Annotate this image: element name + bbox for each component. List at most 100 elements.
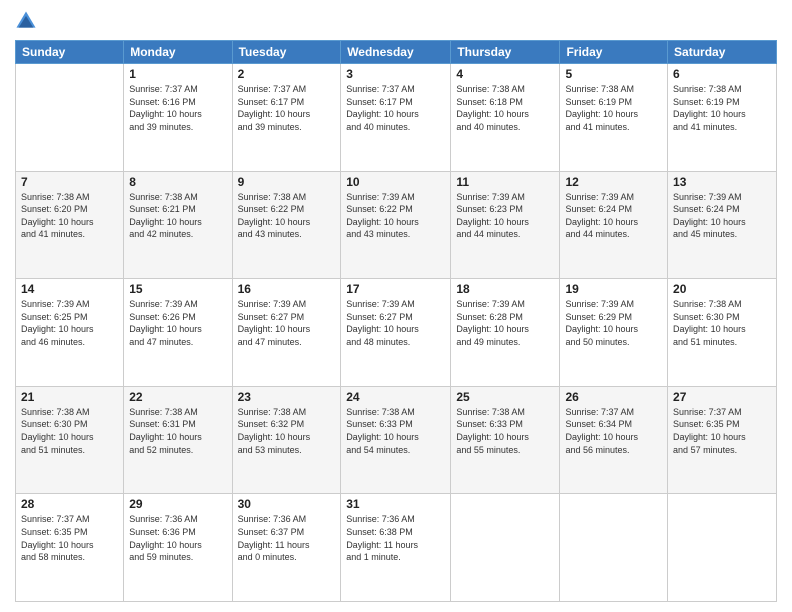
calendar-cell: 29 Sunrise: 7:36 AM Sunset: 6:36 PM Dayli… <box>124 494 232 602</box>
day-info: Sunrise: 7:39 AM Sunset: 6:26 PM Dayligh… <box>129 298 226 348</box>
col-monday: Monday <box>124 41 232 64</box>
day-info: Sunrise: 7:38 AM Sunset: 6:21 PM Dayligh… <box>129 191 226 241</box>
day-info: Sunrise: 7:38 AM Sunset: 6:18 PM Dayligh… <box>456 83 554 133</box>
day-number: 9 <box>238 175 336 189</box>
day-number: 31 <box>346 497 445 511</box>
day-info: Sunrise: 7:39 AM Sunset: 6:23 PM Dayligh… <box>456 191 554 241</box>
header-row: Sunday Monday Tuesday Wednesday Thursday… <box>16 41 777 64</box>
day-info: Sunrise: 7:38 AM Sunset: 6:30 PM Dayligh… <box>21 406 118 456</box>
calendar-cell: 15 Sunrise: 7:39 AM Sunset: 6:26 PM Dayli… <box>124 279 232 387</box>
calendar-cell: 16 Sunrise: 7:39 AM Sunset: 6:27 PM Dayli… <box>232 279 341 387</box>
day-info: Sunrise: 7:37 AM Sunset: 6:35 PM Dayligh… <box>673 406 771 456</box>
calendar-cell <box>560 494 668 602</box>
day-number: 6 <box>673 67 771 81</box>
day-number: 2 <box>238 67 336 81</box>
day-number: 12 <box>565 175 662 189</box>
calendar-cell: 4 Sunrise: 7:38 AM Sunset: 6:18 PM Daylig… <box>451 64 560 172</box>
calendar-page: Sunday Monday Tuesday Wednesday Thursday… <box>0 0 792 612</box>
calendar-cell: 9 Sunrise: 7:38 AM Sunset: 6:22 PM Daylig… <box>232 171 341 279</box>
calendar-cell: 7 Sunrise: 7:38 AM Sunset: 6:20 PM Daylig… <box>16 171 124 279</box>
calendar-cell <box>668 494 777 602</box>
day-info: Sunrise: 7:36 AM Sunset: 6:36 PM Dayligh… <box>129 513 226 563</box>
day-info: Sunrise: 7:38 AM Sunset: 6:22 PM Dayligh… <box>238 191 336 241</box>
calendar-week-row: 21 Sunrise: 7:38 AM Sunset: 6:30 PM Dayli… <box>16 386 777 494</box>
day-number: 19 <box>565 282 662 296</box>
day-info: Sunrise: 7:39 AM Sunset: 6:24 PM Dayligh… <box>673 191 771 241</box>
col-tuesday: Tuesday <box>232 41 341 64</box>
calendar-cell: 8Sunrise: 7:38 AM Sunset: 6:21 PM Daylig… <box>124 171 232 279</box>
col-sunday: Sunday <box>16 41 124 64</box>
day-number: 24 <box>346 390 445 404</box>
calendar-cell: 5 Sunrise: 7:38 AM Sunset: 6:19 PM Daylig… <box>560 64 668 172</box>
day-number: 18 <box>456 282 554 296</box>
calendar-cell: 13 Sunrise: 7:39 AM Sunset: 6:24 PM Dayli… <box>668 171 777 279</box>
calendar-cell: 20 Sunrise: 7:38 AM Sunset: 6:30 PM Dayli… <box>668 279 777 387</box>
calendar-week-row: 14Sunrise: 7:39 AM Sunset: 6:25 PM Dayli… <box>16 279 777 387</box>
day-info: Sunrise: 7:39 AM Sunset: 6:24 PM Dayligh… <box>565 191 662 241</box>
calendar-cell <box>16 64 124 172</box>
day-info: Sunrise: 7:38 AM Sunset: 6:30 PM Dayligh… <box>673 298 771 348</box>
calendar-cell: 24 Sunrise: 7:38 AM Sunset: 6:33 PM Dayli… <box>341 386 451 494</box>
day-number: 3 <box>346 67 445 81</box>
day-info: Sunrise: 7:36 AM Sunset: 6:37 PM Dayligh… <box>238 513 336 563</box>
day-number: 26 <box>565 390 662 404</box>
col-thursday: Thursday <box>451 41 560 64</box>
day-number: 25 <box>456 390 554 404</box>
header <box>15 10 777 32</box>
day-number: 29 <box>129 497 226 511</box>
day-number: 5 <box>565 67 662 81</box>
calendar-cell: 27 Sunrise: 7:37 AM Sunset: 6:35 PM Dayli… <box>668 386 777 494</box>
calendar-cell: 21 Sunrise: 7:38 AM Sunset: 6:30 PM Dayli… <box>16 386 124 494</box>
day-info: Sunrise: 7:37 AM Sunset: 6:35 PM Dayligh… <box>21 513 118 563</box>
day-number: 7 <box>21 175 118 189</box>
day-info: Sunrise: 7:38 AM Sunset: 6:19 PM Dayligh… <box>673 83 771 133</box>
day-info: Sunrise: 7:37 AM Sunset: 6:34 PM Dayligh… <box>565 406 662 456</box>
calendar-cell: 28Sunrise: 7:37 AM Sunset: 6:35 PM Dayli… <box>16 494 124 602</box>
calendar-week-row: 1 Sunrise: 7:37 AM Sunset: 6:16 PM Daylig… <box>16 64 777 172</box>
logo <box>15 10 41 32</box>
day-number: 10 <box>346 175 445 189</box>
calendar-cell: 10 Sunrise: 7:39 AM Sunset: 6:22 PM Dayli… <box>341 171 451 279</box>
day-number: 23 <box>238 390 336 404</box>
calendar-cell: 22Sunrise: 7:38 AM Sunset: 6:31 PM Dayli… <box>124 386 232 494</box>
day-number: 21 <box>21 390 118 404</box>
calendar-cell: 6 Sunrise: 7:38 AM Sunset: 6:19 PM Daylig… <box>668 64 777 172</box>
day-number: 20 <box>673 282 771 296</box>
day-info: Sunrise: 7:37 AM Sunset: 6:17 PM Dayligh… <box>238 83 336 133</box>
day-info: Sunrise: 7:39 AM Sunset: 6:27 PM Dayligh… <box>346 298 445 348</box>
calendar-cell: 2 Sunrise: 7:37 AM Sunset: 6:17 PM Daylig… <box>232 64 341 172</box>
day-number: 13 <box>673 175 771 189</box>
calendar-cell: 3 Sunrise: 7:37 AM Sunset: 6:17 PM Daylig… <box>341 64 451 172</box>
calendar-cell <box>451 494 560 602</box>
day-number: 22 <box>129 390 226 404</box>
day-info: Sunrise: 7:38 AM Sunset: 6:33 PM Dayligh… <box>456 406 554 456</box>
day-info: Sunrise: 7:38 AM Sunset: 6:32 PM Dayligh… <box>238 406 336 456</box>
day-info: Sunrise: 7:38 AM Sunset: 6:33 PM Dayligh… <box>346 406 445 456</box>
day-info: Sunrise: 7:38 AM Sunset: 6:20 PM Dayligh… <box>21 191 118 241</box>
day-info: Sunrise: 7:37 AM Sunset: 6:16 PM Dayligh… <box>129 83 226 133</box>
day-number: 17 <box>346 282 445 296</box>
calendar-week-row: 28Sunrise: 7:37 AM Sunset: 6:35 PM Dayli… <box>16 494 777 602</box>
day-number: 16 <box>238 282 336 296</box>
calendar-cell: 14Sunrise: 7:39 AM Sunset: 6:25 PM Dayli… <box>16 279 124 387</box>
calendar-cell: 23 Sunrise: 7:38 AM Sunset: 6:32 PM Dayli… <box>232 386 341 494</box>
logo-icon <box>15 10 37 32</box>
day-number: 1 <box>129 67 226 81</box>
day-number: 4 <box>456 67 554 81</box>
calendar-table: Sunday Monday Tuesday Wednesday Thursday… <box>15 40 777 602</box>
day-info: Sunrise: 7:39 AM Sunset: 6:25 PM Dayligh… <box>21 298 118 348</box>
day-number: 27 <box>673 390 771 404</box>
day-number: 30 <box>238 497 336 511</box>
calendar-cell: 25 Sunrise: 7:38 AM Sunset: 6:33 PM Dayli… <box>451 386 560 494</box>
calendar-week-row: 7 Sunrise: 7:38 AM Sunset: 6:20 PM Daylig… <box>16 171 777 279</box>
day-info: Sunrise: 7:38 AM Sunset: 6:19 PM Dayligh… <box>565 83 662 133</box>
col-friday: Friday <box>560 41 668 64</box>
col-saturday: Saturday <box>668 41 777 64</box>
calendar-cell: 17 Sunrise: 7:39 AM Sunset: 6:27 PM Dayli… <box>341 279 451 387</box>
day-info: Sunrise: 7:37 AM Sunset: 6:17 PM Dayligh… <box>346 83 445 133</box>
day-number: 15 <box>129 282 226 296</box>
day-info: Sunrise: 7:39 AM Sunset: 6:27 PM Dayligh… <box>238 298 336 348</box>
calendar-cell: 12 Sunrise: 7:39 AM Sunset: 6:24 PM Dayli… <box>560 171 668 279</box>
day-info: Sunrise: 7:39 AM Sunset: 6:29 PM Dayligh… <box>565 298 662 348</box>
day-info: Sunrise: 7:39 AM Sunset: 6:22 PM Dayligh… <box>346 191 445 241</box>
